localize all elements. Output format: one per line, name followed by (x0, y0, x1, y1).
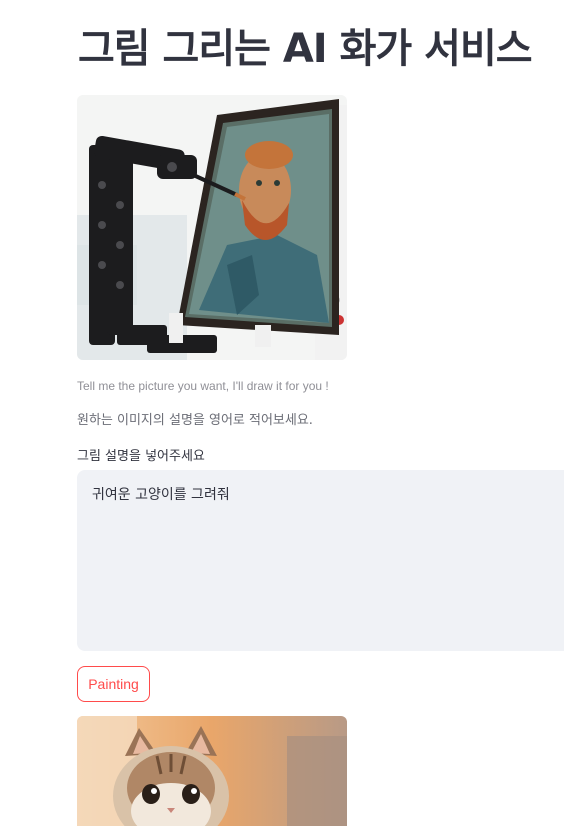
painting-button[interactable]: Painting (77, 666, 150, 702)
app-page: 그림 그리는 AI 화가 서비스 Tell me the picture you… (0, 0, 564, 826)
prompt-textarea-value: 귀여운 고양이를 그려줘 (92, 487, 230, 503)
robot-painting-image (77, 95, 347, 360)
page-title: 그림 그리는 AI 화가 서비스 (78, 26, 533, 72)
generated-cat-image (77, 716, 347, 826)
guide-text: 원하는 이미지의 설명을 영어로 적어보세요. (77, 413, 313, 428)
service-caption: Tell me the picture you want, I'll draw … (77, 379, 329, 393)
prompt-textarea[interactable]: 귀여운 고양이를 그려줘 (77, 470, 564, 651)
prompt-field-label: 그림 설명을 넣어주세요 (77, 449, 205, 464)
